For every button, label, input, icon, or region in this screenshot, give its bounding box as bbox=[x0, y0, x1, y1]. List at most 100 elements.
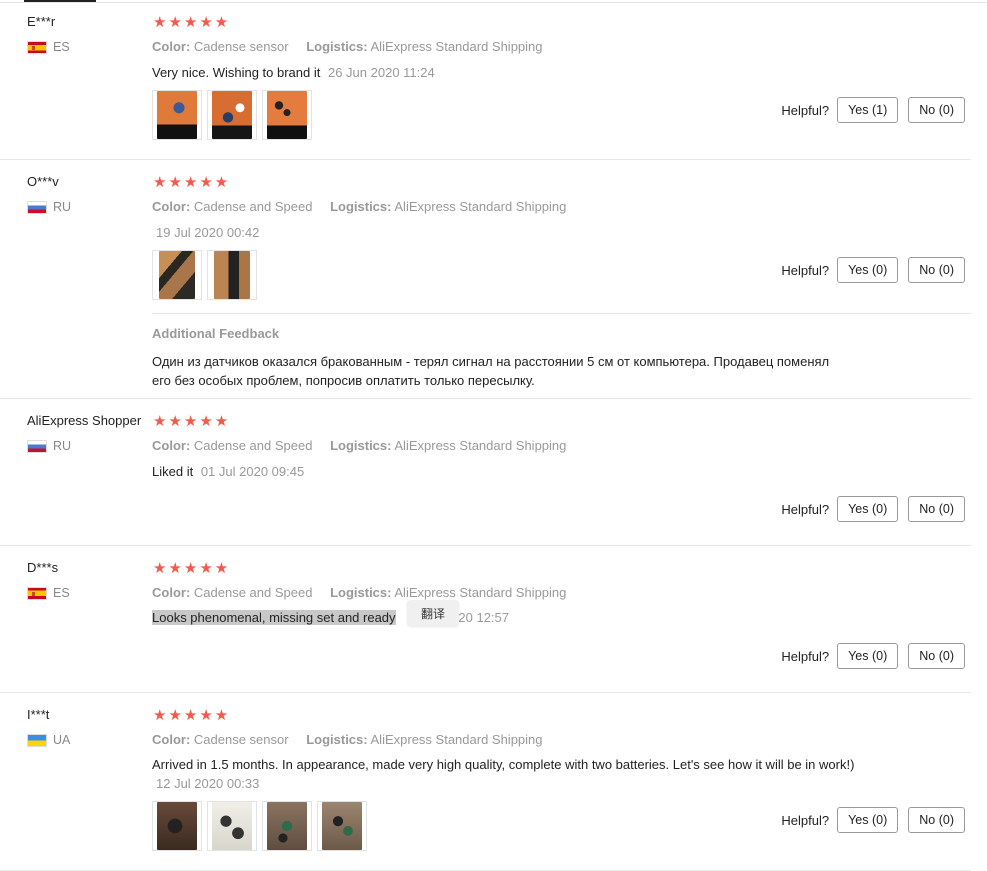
helpful-controls: Helpful? Yes (0) No (0) bbox=[781, 807, 965, 833]
color-value: Cadense and Speed bbox=[193, 585, 313, 600]
helpful-no-button[interactable]: No (0) bbox=[908, 257, 965, 283]
translate-popup-button[interactable]: 翻译 bbox=[407, 600, 459, 626]
reviewer-country: RU bbox=[27, 200, 71, 214]
review-date: 19 Jul 2020 00:42 bbox=[156, 225, 260, 240]
review-photo[interactable] bbox=[317, 801, 367, 851]
review-photo[interactable] bbox=[152, 801, 202, 851]
color-label: Color: bbox=[152, 585, 191, 600]
review-text: Very nice. Wishing to brand it 26 Jun 20… bbox=[152, 63, 862, 82]
logistics-label: Logistics: bbox=[330, 438, 392, 453]
review-photo[interactable] bbox=[262, 90, 312, 140]
helpful-controls: Helpful? Yes (0) No (0) bbox=[781, 643, 965, 669]
review-text: 19 Jul 2020 00:42 bbox=[152, 223, 862, 242]
review-item: AliExpress Shopper RU ★★★★★ Color: Caden… bbox=[0, 399, 971, 546]
reviewer-name: D***s bbox=[27, 560, 59, 575]
helpful-yes-button[interactable]: Yes (0) bbox=[837, 496, 899, 522]
color-label: Color: bbox=[152, 732, 191, 747]
color-label: Color: bbox=[152, 199, 191, 214]
helpful-yes-button[interactable]: Yes (1) bbox=[837, 97, 899, 123]
color-label: Color: bbox=[152, 438, 191, 453]
reviewer-name: E***r bbox=[27, 14, 56, 29]
logistics-value: AliExpress Standard Shipping bbox=[394, 438, 567, 453]
helpful-label: Helpful? bbox=[781, 648, 830, 664]
country-code: UA bbox=[53, 733, 71, 747]
additional-feedback-divider bbox=[152, 313, 971, 314]
ukraine-flag-icon bbox=[27, 733, 47, 747]
logistics-label: Logistics: bbox=[330, 199, 392, 214]
country-code: RU bbox=[53, 200, 72, 214]
review-meta: Color: Cadense and Speed Logistics: AliE… bbox=[152, 199, 566, 214]
helpful-no-button[interactable]: No (0) bbox=[908, 496, 965, 522]
review-photo[interactable] bbox=[262, 801, 312, 851]
review-item: I***t UA ★★★★★ Color: Cadense sensor Log… bbox=[0, 693, 971, 871]
review-date: 26 Jun 2020 11:24 bbox=[327, 65, 435, 80]
review-date: 020 12:57 bbox=[451, 610, 510, 625]
country-code: ES bbox=[53, 586, 70, 600]
helpful-label: Helpful? bbox=[781, 501, 830, 517]
logistics-label: Logistics: bbox=[306, 732, 368, 747]
spain-flag-icon bbox=[27, 586, 47, 600]
review-item: E***r ES ★★★★★ Color: Cadense sensor Log… bbox=[0, 0, 971, 160]
star-rating: ★★★★★ bbox=[153, 707, 231, 724]
helpful-controls: Helpful? Yes (1) No (0) bbox=[781, 97, 965, 123]
reviewer-name: AliExpress Shopper bbox=[27, 413, 142, 428]
additional-feedback-title: Additional Feedback bbox=[152, 326, 280, 341]
reviewer-country: RU bbox=[27, 439, 71, 453]
review-photos bbox=[152, 90, 312, 140]
review-photo[interactable] bbox=[152, 90, 202, 140]
logistics-value: AliExpress Standard Shipping bbox=[394, 199, 567, 214]
review-body: Very nice. Wishing to brand it bbox=[152, 65, 321, 80]
helpful-no-button[interactable]: No (0) bbox=[908, 97, 965, 123]
review-text: Looks phenomenal, missing set and ready … bbox=[152, 608, 862, 627]
russia-flag-icon bbox=[27, 200, 47, 214]
logistics-value: AliExpress Standard Shipping bbox=[370, 39, 543, 54]
color-value: Cadense sensor bbox=[193, 732, 289, 747]
helpful-controls: Helpful? Yes (0) No (0) bbox=[781, 496, 965, 522]
review-photo[interactable] bbox=[207, 90, 257, 140]
color-value: Cadense sensor bbox=[193, 39, 289, 54]
reviewer-country: ES bbox=[27, 40, 70, 54]
reviewer-name: I***t bbox=[27, 707, 50, 722]
spain-flag-icon bbox=[27, 40, 47, 54]
country-code: RU bbox=[53, 439, 72, 453]
review-photo[interactable] bbox=[207, 250, 257, 300]
review-item: D***s ES ★★★★★ Color: Cadense and Speed … bbox=[0, 546, 971, 693]
reviewer-country: ES bbox=[27, 586, 70, 600]
star-rating: ★★★★★ bbox=[153, 14, 231, 31]
review-photo[interactable] bbox=[152, 250, 202, 300]
review-date: 12 Jul 2020 00:33 bbox=[156, 776, 260, 791]
review-meta: Color: Cadense sensor Logistics: AliExpr… bbox=[152, 732, 543, 747]
reviewer-name: O***v bbox=[27, 174, 59, 189]
logistics-label: Logistics: bbox=[330, 585, 392, 600]
review-body: Liked it bbox=[152, 464, 194, 479]
review-photos bbox=[152, 801, 367, 851]
selected-review-body[interactable]: Looks phenomenal, missing set and ready bbox=[152, 610, 396, 625]
helpful-yes-button[interactable]: Yes (0) bbox=[837, 257, 899, 283]
review-text: Arrived in 1.5 months. In appearance, ma… bbox=[152, 755, 862, 793]
helpful-yes-button[interactable]: Yes (0) bbox=[837, 643, 899, 669]
logistics-value: AliExpress Standard Shipping bbox=[370, 732, 543, 747]
logistics-label: Logistics: bbox=[306, 39, 368, 54]
review-item: O***v RU ★★★★★ Color: Cadense and Speed … bbox=[0, 160, 971, 399]
review-body: Arrived in 1.5 months. In appearance, ma… bbox=[152, 757, 855, 772]
helpful-controls: Helpful? Yes (0) No (0) bbox=[781, 257, 965, 283]
helpful-no-button[interactable]: No (0) bbox=[908, 807, 965, 833]
country-code: ES bbox=[53, 40, 70, 54]
star-rating: ★★★★★ bbox=[153, 174, 231, 191]
logistics-value: AliExpress Standard Shipping bbox=[394, 585, 567, 600]
review-meta: Color: Cadense sensor Logistics: AliExpr… bbox=[152, 39, 543, 54]
color-label: Color: bbox=[152, 39, 191, 54]
helpful-yes-button[interactable]: Yes (0) bbox=[837, 807, 899, 833]
helpful-label: Helpful? bbox=[781, 262, 830, 278]
additional-feedback-text: Один из датчиков оказался бракованным - … bbox=[152, 354, 830, 388]
review-date: 01 Jul 2020 09:45 bbox=[200, 464, 305, 479]
color-value: Cadense and Speed bbox=[193, 438, 313, 453]
review-meta: Color: Cadense and Speed Logistics: AliE… bbox=[152, 585, 566, 600]
helpful-no-button[interactable]: No (0) bbox=[908, 643, 965, 669]
star-rating: ★★★★★ bbox=[153, 413, 231, 430]
reviewer-country: UA bbox=[27, 733, 70, 747]
star-rating: ★★★★★ bbox=[153, 560, 231, 577]
helpful-label: Helpful? bbox=[781, 102, 830, 118]
review-meta: Color: Cadense and Speed Logistics: AliE… bbox=[152, 438, 566, 453]
review-photo[interactable] bbox=[207, 801, 257, 851]
